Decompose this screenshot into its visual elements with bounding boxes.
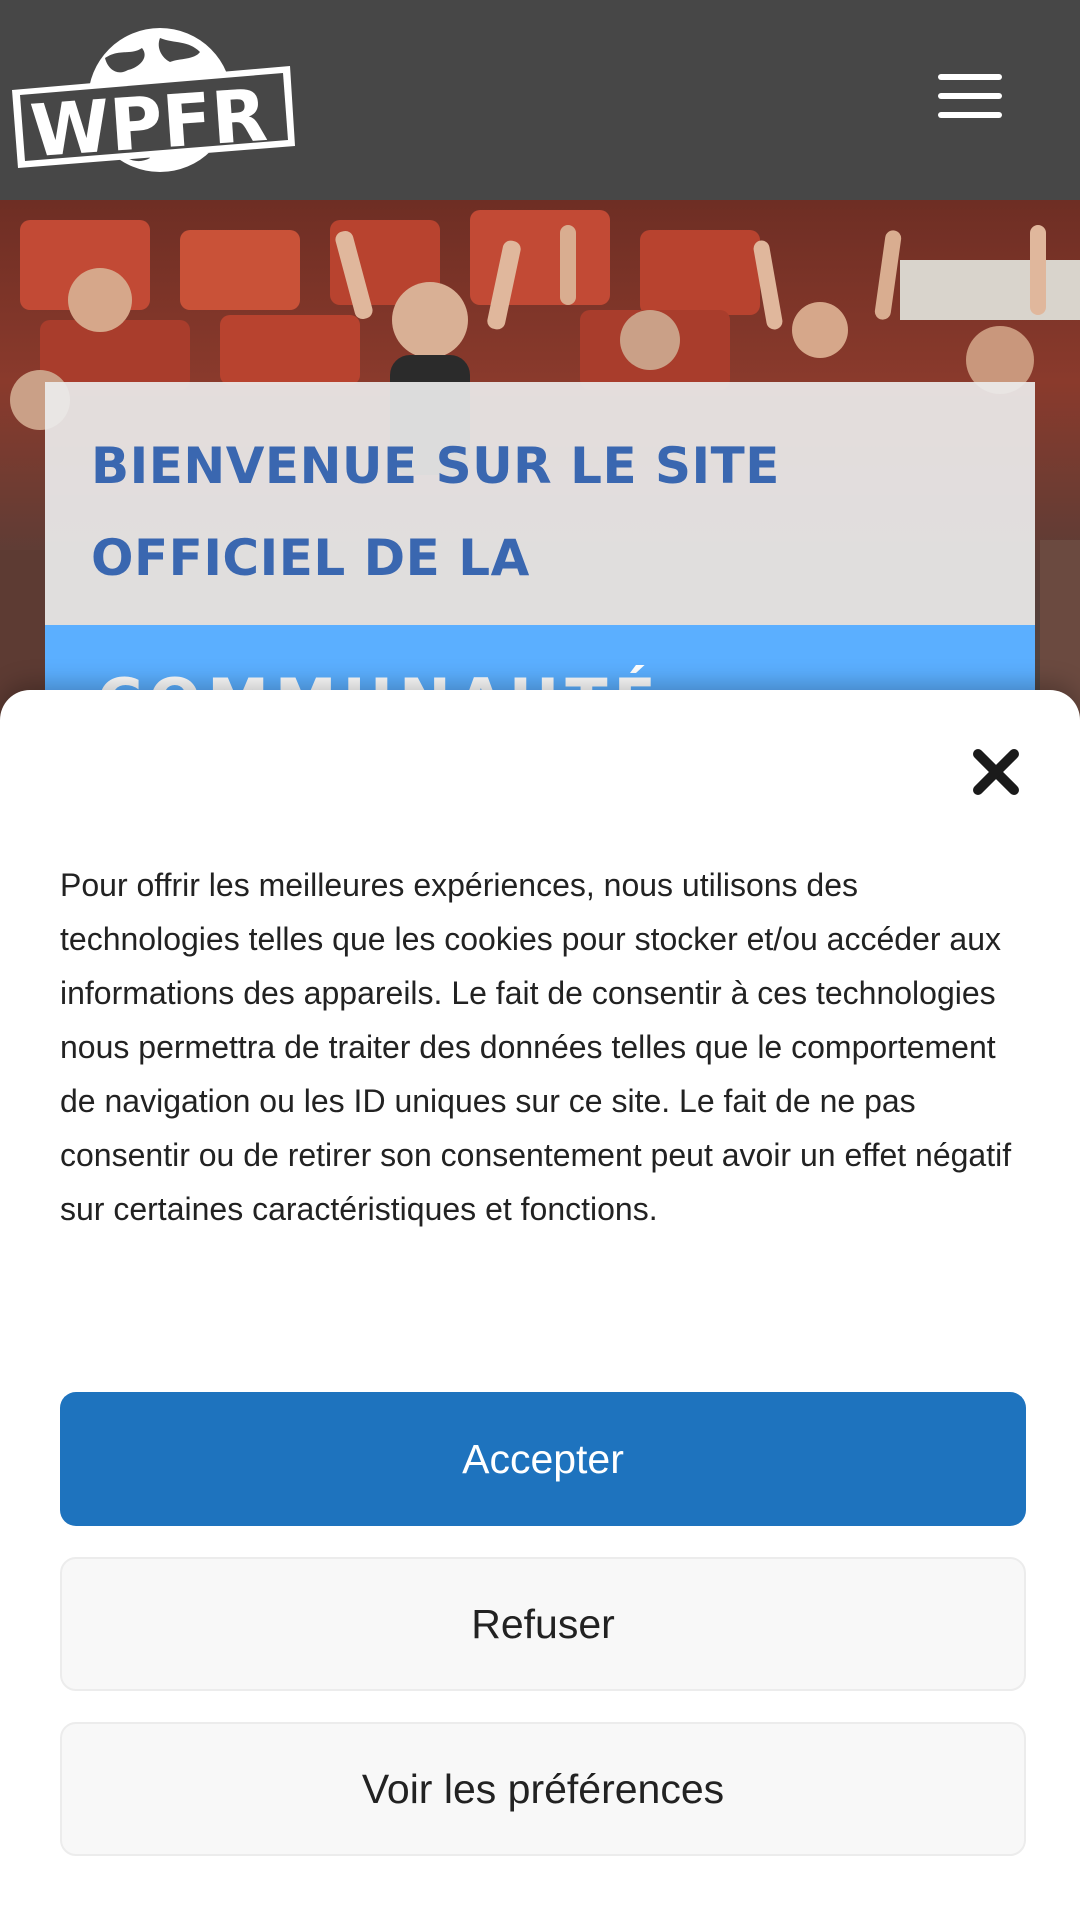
view-preferences-button[interactable]: Voir les préférences: [60, 1722, 1026, 1856]
welcome-box: BIENVENUE SUR LE SITE OFFICIEL DE LA: [45, 382, 1035, 625]
welcome-title: BIENVENUE SUR LE SITE OFFICIEL DE LA: [91, 437, 780, 587]
hamburger-menu-button[interactable]: [930, 70, 1010, 122]
close-button[interactable]: [966, 742, 1026, 802]
consent-message: Pour offrir les meilleures expériences, …: [60, 867, 1012, 1227]
hamburger-menu-icon-bar: [938, 112, 1002, 118]
hero-banner: BIENVENUE SUR LE SITE OFFICIEL DE LA COM…: [0, 200, 1080, 720]
close-icon: [973, 749, 1019, 795]
globe-logo-icon: WPFR: [12, 28, 295, 173]
hamburger-menu-icon-bar: [938, 93, 1002, 99]
accept-button[interactable]: Accepter: [60, 1392, 1026, 1526]
wpfr-logo[interactable]: WPFR: [10, 18, 300, 183]
page: WPFR BIENVENUE SUR LE SITE OFFICIEL DE L…: [0, 0, 1080, 1920]
hamburger-menu-icon-bar: [938, 74, 1002, 80]
site-header: WPFR: [0, 0, 1080, 200]
cookie-consent-dialog: Pour offrir les meilleures expériences, …: [0, 690, 1080, 1920]
svg-text:WPFR: WPFR: [28, 73, 270, 173]
refuse-button[interactable]: Refuser: [60, 1557, 1026, 1691]
